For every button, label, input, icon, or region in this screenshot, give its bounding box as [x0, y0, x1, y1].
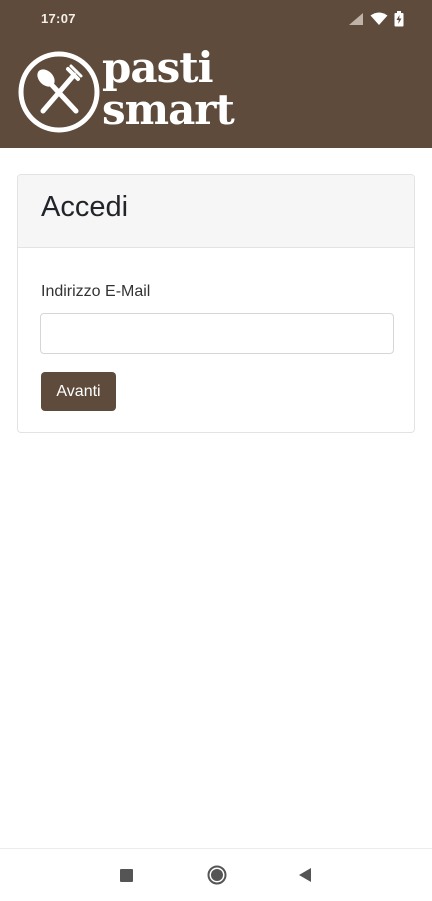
next-button[interactable]: Avanti	[41, 372, 116, 411]
back-icon[interactable]	[297, 867, 313, 883]
system-nav-bar	[0, 848, 432, 901]
app-header: 17:07 pasti smart	[0, 0, 432, 148]
email-label: Indirizzo E-Mail	[41, 283, 151, 300]
recents-icon[interactable]	[120, 869, 133, 882]
status-bar: 17:07	[0, 0, 432, 38]
login-card: Accedi Indirizzo E-Mail Avanti	[17, 174, 415, 433]
logo-line-2: smart	[102, 85, 235, 134]
status-icons	[348, 10, 404, 28]
battery-icon	[394, 11, 404, 27]
wifi-icon	[370, 12, 388, 25]
logo-line-1: pasti	[102, 43, 214, 92]
app-logo[interactable]: pasti smart	[16, 47, 266, 139]
card-header: Accedi	[18, 175, 414, 248]
email-field[interactable]	[40, 313, 394, 354]
signal-icon	[349, 13, 363, 25]
fork-spoon-icon	[18, 51, 100, 133]
status-time: 17:07	[41, 11, 76, 26]
page-title: Accedi	[41, 191, 129, 223]
home-icon[interactable]	[207, 865, 227, 885]
